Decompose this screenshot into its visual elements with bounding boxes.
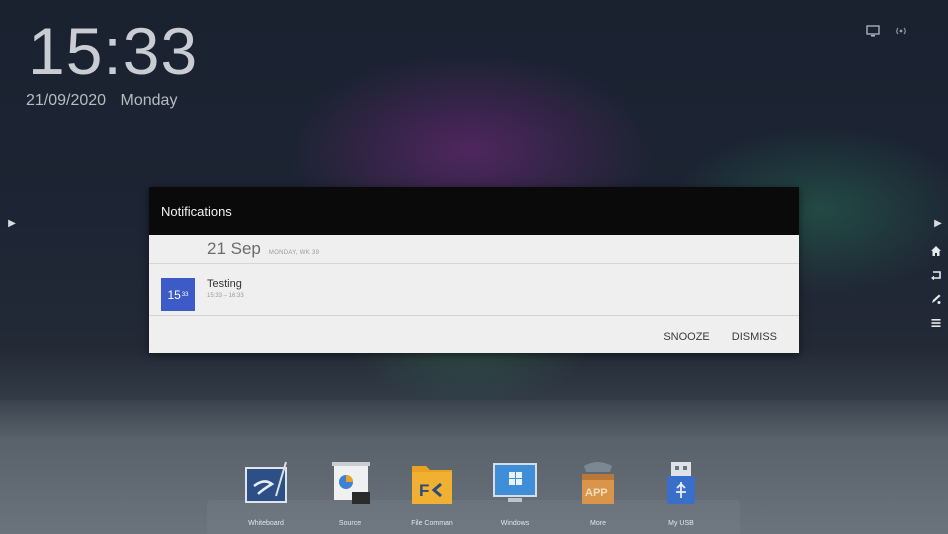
annotate-icon[interactable] [930, 292, 942, 310]
notification-day: 21 Sep [207, 239, 261, 258]
notification-actions: SNOOZE DISMISS [663, 331, 777, 343]
svg-text:F: F [419, 481, 429, 500]
whiteboard-icon [242, 460, 290, 508]
notification-date-row: 21 Sep MONDAY, WK 39 [149, 235, 799, 264]
right-toolbar [926, 244, 946, 334]
clock-time: 15:33 [28, 14, 199, 88]
left-panel-arrow-icon[interactable]: ▶ [6, 216, 18, 230]
notifications-header: Notifications [149, 187, 799, 235]
right-panel-arrow-icon[interactable]: ▶ [932, 216, 944, 230]
dock-label-windows: Windows [500, 520, 530, 527]
event-time-badge: 15 33 [161, 278, 195, 311]
menu-icon[interactable] [930, 316, 942, 334]
source-icon [326, 460, 374, 508]
clock-date: 21/09/2020 Monday [26, 92, 177, 110]
svg-text:APP: APP [585, 487, 608, 499]
weekday-text: Monday [120, 92, 178, 109]
event-title: Testing [207, 278, 242, 290]
dock-item-source[interactable]: Source [315, 460, 385, 527]
dock-item-windows[interactable]: Windows [480, 460, 550, 527]
file-commander-icon: F [408, 460, 456, 508]
notification-week-info: MONDAY, WK 39 [268, 250, 320, 256]
dismiss-button[interactable]: DISMISS [732, 331, 777, 343]
dock-item-whiteboard[interactable]: Whiteboard [231, 460, 301, 527]
display-icon[interactable] [866, 24, 880, 43]
dock-item-my-usb[interactable]: My USB [646, 460, 716, 527]
wireless-icon[interactable] [894, 24, 908, 43]
usb-icon [657, 460, 705, 508]
event-badge-hour: 15 [167, 287, 181, 302]
dock-label-whiteboard: Whiteboard [248, 520, 284, 527]
dock-label-source: Source [338, 520, 362, 527]
dock-item-file-commander[interactable]: F File Comman [397, 460, 467, 527]
event-badge-minute: 33 [181, 291, 189, 298]
dock-label-my-usb: My USB [668, 520, 694, 527]
snooze-button[interactable]: SNOOZE [663, 331, 709, 343]
notification-event[interactable]: 15 33 Testing 15:33 – 16:33 [149, 264, 799, 316]
dock-label-file-commander: File Comman [411, 520, 453, 527]
notifications-panel: Notifications 21 Sep MONDAY, WK 39 15 33 … [149, 187, 799, 353]
home-icon[interactable] [930, 244, 942, 262]
event-time-range: 15:33 – 16:33 [207, 293, 244, 299]
windows-icon [491, 460, 539, 508]
dock-label-more: More [590, 520, 606, 527]
date-text: 21/09/2020 [26, 92, 107, 109]
back-icon[interactable] [930, 268, 942, 286]
dock-item-more[interactable]: APP More [563, 460, 633, 527]
status-bar [866, 24, 908, 43]
app-store-icon: APP [574, 460, 622, 508]
